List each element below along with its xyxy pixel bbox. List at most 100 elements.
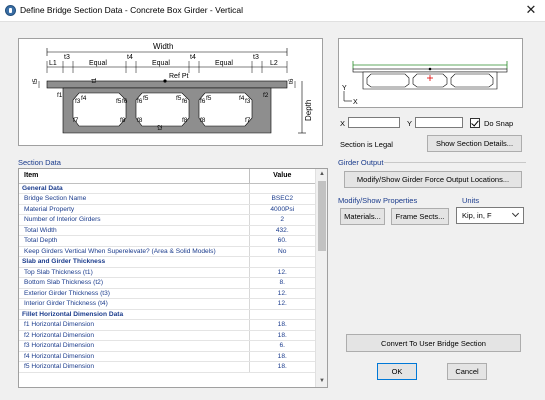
row-item-label: f4 Horizontal Dimension [19, 351, 249, 362]
table-row[interactable]: f1 Horizontal Dimension 18. [19, 319, 315, 331]
row-item-label: Keep Girders Vertical When Superelevate?… [19, 246, 249, 257]
f6-right-label: f6 [200, 98, 206, 105]
section-data-table: Item Value General Data Bridge Section Na… [19, 169, 315, 373]
col-value-header: Value [248, 169, 315, 184]
section-data-rows: General Data Bridge Section Name BSEC2 Mate… [19, 183, 315, 373]
t3-left-label: t3 [64, 54, 70, 61]
window-title: Define Bridge Section Data - Concrete Bo… [20, 5, 243, 15]
x-coord-field[interactable] [348, 117, 400, 128]
t6-label: t6 [288, 78, 295, 84]
row-value-cell[interactable]: 2 [248, 214, 315, 226]
preview-axis-x: X [353, 99, 358, 106]
t2-label: t2 [157, 124, 164, 130]
table-row[interactable]: f4 Horizontal Dimension 18. [19, 351, 315, 362]
f6-mid2-label: f6 [182, 98, 188, 105]
scroll-thumb[interactable] [318, 181, 326, 251]
row-value-cell[interactable]: 18. [248, 351, 315, 362]
materials-button[interactable]: Materials... [340, 208, 385, 225]
girder-output-divider [384, 162, 526, 163]
row-item-label: f1 Horizontal Dimension [19, 319, 249, 331]
table-row[interactable]: Exterior Girder Thickness (t3) 12. [19, 288, 315, 299]
row-value-cell[interactable]: 4000Psi [248, 204, 315, 215]
y-coord-label: Y [407, 119, 413, 128]
grid-scrollbar[interactable]: ▲ ▼ [315, 169, 327, 387]
row-value-cell[interactable]: 432. [248, 225, 315, 236]
f2-label: f2 [263, 92, 269, 99]
units-select[interactable]: Kip, in, F [456, 207, 524, 224]
row-item-label: Bridge Section Name [19, 193, 249, 205]
f7-left-label: f7 [73, 117, 79, 124]
row-value-cell[interactable]: 18. [248, 319, 315, 331]
section-data-grid[interactable]: Item Value General Data Bridge Section Na… [18, 168, 328, 388]
table-row[interactable]: Keep Girders Vertical When Superelevate?… [19, 246, 315, 257]
girder-force-output-button[interactable]: Modify/Show Girder Force Output Location… [344, 171, 522, 188]
table-header-row: Item Value [19, 169, 315, 184]
f8-right-label: f8 [200, 117, 206, 124]
row-value-cell[interactable]: BSEC2 [248, 193, 315, 205]
l2-label: L2 [270, 60, 278, 67]
row-item-label: Material Property [19, 204, 249, 215]
table-row[interactable]: Interior Girder Thickness (t4) 12. [19, 298, 315, 310]
table-row[interactable]: f5 Horizontal Dimension 18. [19, 361, 315, 373]
f5-mid-label: f5 [143, 95, 149, 102]
table-row[interactable]: Top Slab Thickness (t1) 12. [19, 267, 315, 278]
scroll-up-icon[interactable]: ▲ [316, 169, 327, 180]
convert-to-user-section-button[interactable]: Convert To User Bridge Section [346, 334, 521, 352]
table-row[interactable]: Total Depth 60. [19, 235, 315, 247]
row-item-label: f3 Horizontal Dimension [19, 340, 249, 352]
row-value-cell[interactable]: No [248, 246, 315, 257]
f4-right-label: f4 [239, 95, 245, 102]
row-item-label: General Data [19, 183, 249, 194]
row-value-cell[interactable]: 6. [248, 340, 315, 352]
row-value-cell [248, 309, 315, 320]
row-value-cell[interactable]: 60. [248, 235, 315, 247]
units-group-label: Units [462, 196, 480, 205]
row-value-cell[interactable]: 8. [248, 277, 315, 289]
row-item-label: Interior Girder Thickness (t4) [19, 298, 249, 310]
t3-right-label: t3 [253, 54, 259, 61]
f6-mid-label: f6 [137, 98, 143, 105]
frame-sects-button[interactable]: Frame Sects... [391, 208, 449, 225]
close-icon[interactable]: ✕ [523, 2, 539, 18]
row-value-cell[interactable]: 18. [248, 361, 315, 373]
table-row[interactable]: Number of Interior Girders 2 [19, 214, 315, 226]
units-selected-value: Kip, in, F [462, 211, 492, 220]
table-row[interactable]: Total Width 432. [19, 225, 315, 236]
modify-show-group-label: Modify/Show Properties [338, 196, 418, 205]
table-row[interactable]: f3 Horizontal Dimension 6. [19, 340, 315, 352]
t4-right-label: t4 [190, 54, 196, 61]
section-preview: Y X [342, 61, 508, 106]
equal-label-2: Equal [152, 60, 170, 67]
row-value-cell[interactable]: 18. [248, 330, 315, 341]
row-value-cell [248, 256, 315, 268]
f5-right-label: f5 [206, 95, 212, 102]
scroll-down-icon[interactable]: ▼ [316, 376, 327, 387]
row-value-cell[interactable]: 12. [248, 267, 315, 278]
ok-button[interactable]: OK [377, 363, 417, 380]
f1-label: f1 [57, 92, 63, 99]
row-item-label: f2 Horizontal Dimension [19, 330, 249, 341]
do-snap-label: Do Snap [484, 119, 514, 128]
row-item-label: Exterior Girder Thickness (t3) [19, 288, 249, 299]
row-item-label: Total Width [19, 225, 249, 236]
do-snap-checkbox[interactable] [470, 118, 480, 128]
f3-right-label: f3 [245, 98, 251, 105]
table-section-header: Slab and Girder Thickness [19, 256, 315, 268]
x-coord-label: X [340, 119, 346, 128]
row-value-cell[interactable]: 12. [248, 298, 315, 310]
col-item-header: Item [19, 169, 249, 184]
table-row[interactable]: Material Property 4000Psi [19, 204, 315, 215]
cancel-button[interactable]: Cancel [447, 363, 487, 380]
show-section-details-button[interactable]: Show Section Details... [427, 135, 522, 152]
table-row[interactable]: f2 Horizontal Dimension 18. [19, 330, 315, 341]
t4-left-label: t4 [127, 54, 133, 61]
f7-right-label: f7 [245, 117, 251, 124]
girder-output-group-label: Girder Output [338, 158, 384, 167]
row-item-label: Fillet Horizontal Dimension Data [19, 309, 249, 320]
row-value-cell[interactable]: 12. [248, 288, 315, 299]
y-coord-field[interactable] [415, 117, 463, 128]
section-preview-panel[interactable]: Y X [338, 38, 523, 108]
table-section-header: General Data [19, 183, 315, 194]
table-row[interactable]: Bottom Slab Thickness (t2) 8. [19, 277, 315, 289]
table-row[interactable]: Bridge Section Name BSEC2 [19, 193, 315, 205]
